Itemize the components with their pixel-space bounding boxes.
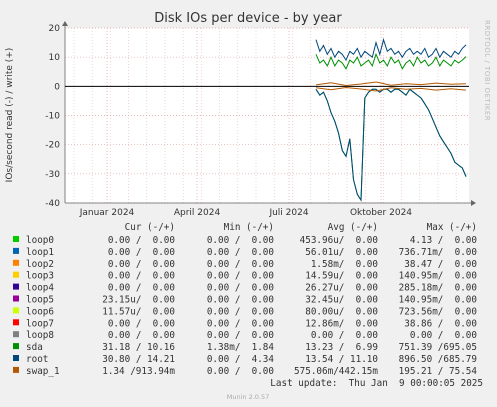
legend-avg-loop5: 32.45u/ 0.00 xyxy=(300,295,378,306)
legend-column-header: Cur (-/+) xyxy=(125,222,175,233)
legend-name-loop3: loop3 xyxy=(26,271,54,282)
legend-min-loop1: 0.00 / 0.00 xyxy=(201,247,274,258)
legend-cur-loop8: 0.00 / 0.00 xyxy=(102,330,175,341)
legend-min-loop5: 0.00 / 0.00 xyxy=(201,295,274,306)
legend-swatch-loop1 xyxy=(13,247,19,254)
legend-name-root: root xyxy=(26,354,48,365)
y-tick-label: 20 xyxy=(49,24,61,34)
y-tick-label: 0 xyxy=(54,82,60,92)
legend-avg-root: 13.54 / 11.10 xyxy=(300,354,378,365)
legend-swatch-sda xyxy=(13,343,19,350)
legend-swatch-root xyxy=(13,355,19,361)
legend-swatch-loop4 xyxy=(13,283,19,290)
x-tick-label: April 2024 xyxy=(174,208,221,218)
legend-min-loop8: 0.00 / 0.00 xyxy=(201,330,274,341)
legend-min-loop7: 0.00 / 0.00 xyxy=(201,318,274,329)
legend-max-loop2: 38.47 / 0.00 xyxy=(399,259,477,270)
legend-table: Cur (-/+) Min (-/+) Avg (-/+) Max (-/+) loop… xyxy=(13,222,477,377)
legend-cur-swap_1: 1.34 /913.94m xyxy=(97,366,176,377)
legend-max-loop6: 723.56m/ 0.00 xyxy=(399,306,477,317)
legend-name-loop6: loop6 xyxy=(26,306,54,317)
legend-avg-loop2: 1.58m/ 0.00 xyxy=(300,259,378,270)
legend-swatch-loop8 xyxy=(13,331,19,338)
legend-column-header: Avg (-/+) xyxy=(328,222,378,233)
legend-avg-loop6: 80.00u/ 0.00 xyxy=(300,306,378,317)
legend-name-loop2: loop2 xyxy=(26,259,54,270)
legend-min-swap_1: 0.00 / 0.00 xyxy=(201,366,274,377)
legend-cur-loop7: 0.00 / 0.00 xyxy=(102,318,175,329)
legend-swatch-loop7 xyxy=(13,319,19,326)
legend-name-loop5: loop5 xyxy=(26,295,54,306)
legend-max-swap_1: 195.21 / 75.54 xyxy=(399,366,478,377)
legend-min-loop4: 0.00 / 0.00 xyxy=(201,283,274,294)
legend-name-sda: sda xyxy=(26,342,43,353)
disk-io-chart: 20 10 0 -10 -20 -30 -40 Januar 2024 April 2024 Ju… xyxy=(5,11,491,401)
x-tick-label: Januar 2024 xyxy=(79,208,135,218)
legend-swatch-loop0 xyxy=(13,236,19,242)
legend-avg-loop3: 14.59u/ 0.00 xyxy=(300,271,378,282)
legend-max-loop0: 4.13 / 0.00 xyxy=(399,235,477,246)
legend-max-loop1: 736.71m/ 0.00 xyxy=(399,247,477,258)
legend-max-sda: 751.39 /695.05 xyxy=(399,342,477,353)
legend-avg-loop7: 12.86m/ 0.00 xyxy=(300,318,378,329)
legend-cur-loop6: 11.57u/ 0.00 xyxy=(102,306,175,317)
y-tick-label: -10 xyxy=(45,112,60,122)
legend-avg-loop8: 0.00 / 0.00 xyxy=(300,330,378,341)
legend-min-loop0: 0.00 / 0.00 xyxy=(201,235,274,246)
legend-max-loop3: 140.95m/ 0.00 xyxy=(399,271,477,282)
y-tick-label: -40 xyxy=(45,199,60,209)
legend-avg-loop1: 56.01u/ 0.00 xyxy=(300,247,378,258)
legend-cur-loop5: 23.15u/ 0.00 xyxy=(102,295,175,306)
legend-cur-loop0: 0.00 / 0.00 xyxy=(102,235,175,246)
legend-name-loop0: loop0 xyxy=(26,235,54,246)
legend-min-loop6: 0.00 / 0.00 xyxy=(201,306,274,317)
legend-cur-root: 30.80 / 14.21 xyxy=(102,354,175,365)
x-tick-label: Oktober 2024 xyxy=(350,208,412,218)
last-update: Last update: Thu Jan 9 00:00:05 2025 xyxy=(270,378,483,389)
legend-max-root: 896.50 /685.79 xyxy=(399,354,477,365)
legend-column-header: Max (-/+) xyxy=(427,222,477,233)
legend-cur-loop4: 0.00 / 0.00 xyxy=(102,283,175,294)
legend-name-loop7: loop7 xyxy=(26,318,54,329)
legend-min-sda: 1.38m/ 1.84 xyxy=(201,342,274,353)
legend-swatch-loop3 xyxy=(13,271,19,278)
y-tick-label: 10 xyxy=(49,53,61,63)
legend-max-loop7: 38.86 / 0.00 xyxy=(399,318,477,329)
y-axis-arrow xyxy=(62,21,68,26)
munin-version: Munin 2.0.57 xyxy=(227,393,270,401)
x-tick-label: Juli 2024 xyxy=(268,208,308,218)
legend-cur-loop3: 0.00 / 0.00 xyxy=(102,271,175,282)
legend-cur-loop2: 0.00 / 0.00 xyxy=(102,259,175,270)
legend-column-header: Min (-/+) xyxy=(224,222,274,233)
legend-min-loop3: 0.00 / 0.00 xyxy=(201,271,274,282)
legend-swatch-loop5 xyxy=(13,295,19,302)
legend-avg-loop0: 453.96u/ 0.00 xyxy=(300,235,378,246)
y-axis-label: IOs/second read (-) / write (+) xyxy=(5,48,15,183)
x-axis-arrow xyxy=(471,200,476,206)
legend-min-loop2: 0.00 / 0.00 xyxy=(201,259,274,270)
y-tick-label: -30 xyxy=(45,170,60,180)
legend-swatch-loop6 xyxy=(13,307,19,314)
rrdtool-credit: RRDTOOL / TOBI OETIKER xyxy=(483,20,491,121)
legend-avg-swap_1: 575.06m/442.15m xyxy=(294,366,378,377)
legend-max-loop5: 140.95m/ 0.00 xyxy=(399,295,477,306)
legend-name-loop8: loop8 xyxy=(26,330,54,341)
legend-swatch-swap_1 xyxy=(13,366,19,373)
legend-avg-loop4: 26.27u/ 0.00 xyxy=(300,283,378,294)
legend-swatch-loop2 xyxy=(13,259,19,266)
y-tick-label: -20 xyxy=(45,141,60,151)
chart-title: Disk IOs per device - by year xyxy=(154,11,342,26)
legend-max-loop8: 0.00 / 0.00 xyxy=(399,330,477,341)
legend-max-loop4: 285.18m/ 0.00 xyxy=(399,283,477,294)
legend-name-swap_1: swap_1 xyxy=(26,366,60,377)
legend-name-loop4: loop4 xyxy=(26,283,54,294)
legend-cur-loop1: 0.00 / 0.00 xyxy=(102,247,175,258)
legend-cur-sda: 31.18 / 10.16 xyxy=(102,342,175,353)
legend-min-root: 0.00 / 4.34 xyxy=(201,354,274,365)
legend-avg-sda: 13.23 / 6.99 xyxy=(300,342,378,353)
legend-name-loop1: loop1 xyxy=(26,247,54,258)
